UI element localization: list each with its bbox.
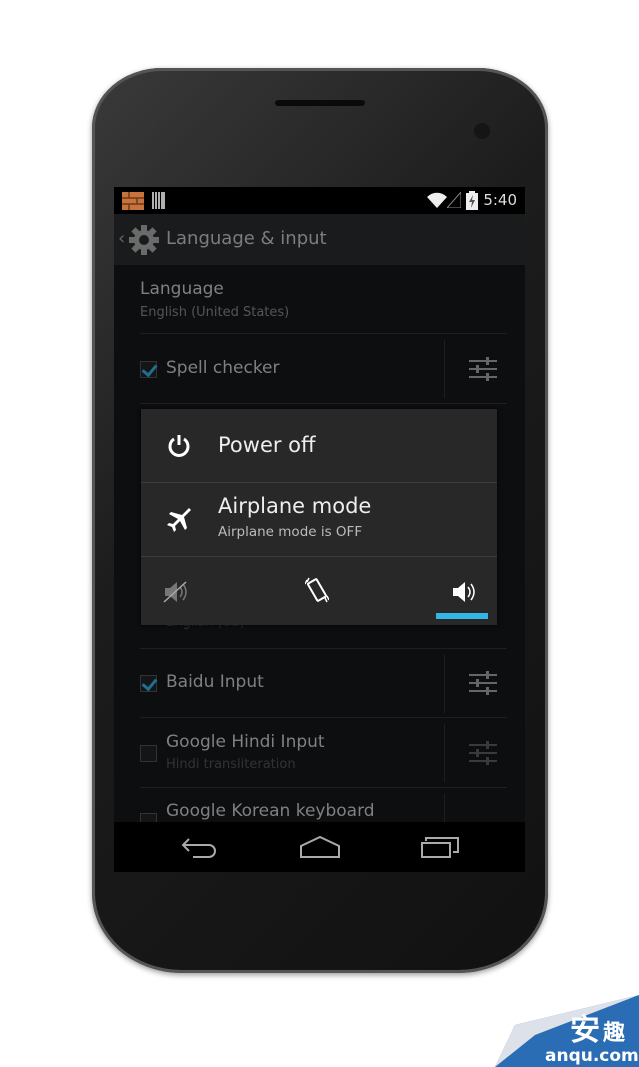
- airplane-mode-label: Airplane mode: [218, 494, 372, 518]
- item-title: Baidu Input: [166, 672, 264, 692]
- checkbox[interactable]: [140, 745, 157, 762]
- divider: [444, 340, 445, 398]
- blocks-notification-icon: [122, 192, 144, 210]
- page-title: Language & input: [166, 228, 327, 249]
- ringer-vibrate-button[interactable]: [259, 559, 379, 625]
- settings-sliders-icon[interactable]: [469, 741, 497, 765]
- list-item-spell-checker[interactable]: Spell checker: [140, 334, 507, 404]
- up-navigation[interactable]: ‹: [118, 222, 162, 258]
- checkbox[interactable]: [140, 675, 157, 692]
- svg-text:安: 安: [570, 1013, 600, 1048]
- item-title: Language: [140, 279, 224, 299]
- power-off-option[interactable]: Power off: [141, 409, 497, 483]
- navigation-bar: [114, 822, 525, 872]
- item-subtitle: Hindi transliteration: [166, 757, 296, 772]
- settings-sliders-icon[interactable]: [469, 357, 497, 381]
- back-button-icon[interactable]: [181, 836, 217, 858]
- silent-mode-icon: [163, 581, 187, 603]
- selected-mode-indicator: [436, 613, 488, 619]
- signal-icon: [447, 192, 461, 208]
- barcode-notification-icon: [152, 192, 165, 209]
- wifi-icon: [427, 192, 447, 208]
- action-bar: ‹ Language & input: [114, 214, 525, 265]
- item-title: Google Korean keyboard: [166, 801, 375, 821]
- vibrate-mode-icon: [305, 577, 329, 603]
- earpiece-speaker: [275, 100, 365, 106]
- ringer-sound-button[interactable]: [379, 559, 497, 625]
- airplane-mode-option[interactable]: Airplane mode Airplane mode is OFF: [141, 483, 497, 557]
- settings-gear-icon: [129, 225, 159, 255]
- airplane-mode-status: Airplane mode is OFF: [218, 524, 363, 540]
- power-options-dialog: Power off Airplane mode Airplane mode is…: [141, 409, 497, 625]
- ringer-silent-button[interactable]: [141, 559, 259, 625]
- checkbox[interactable]: [140, 361, 157, 378]
- divider: [444, 655, 445, 713]
- power-icon: [168, 435, 190, 457]
- list-item-google-hindi-input[interactable]: Google Hindi Input Hindi transliteration: [140, 718, 507, 788]
- sound-on-icon: [453, 582, 475, 602]
- item-title: Spell checker: [166, 358, 280, 378]
- power-off-label: Power off: [218, 433, 316, 457]
- recents-button-icon[interactable]: [421, 836, 459, 858]
- airplane-icon: [167, 508, 191, 532]
- back-caret-icon: ‹: [118, 228, 126, 249]
- settings-sliders-icon[interactable]: [469, 671, 497, 695]
- item-subtitle: English (United States): [140, 305, 290, 320]
- list-item-baidu-input[interactable]: Baidu Input: [140, 649, 507, 718]
- status-bar: 5:40: [114, 187, 525, 214]
- item-title: Google Hindi Input: [166, 732, 325, 752]
- home-button-icon[interactable]: [300, 836, 340, 858]
- list-item-language[interactable]: Language English (United States): [140, 265, 507, 334]
- anqu-watermark-logo: 安趣anqu.com: [495, 995, 639, 1067]
- svg-text:anqu.com: anqu.com: [545, 1046, 639, 1066]
- divider: [444, 724, 445, 782]
- clock: 5:40: [483, 191, 517, 209]
- svg-text:趣: 趣: [602, 1020, 625, 1046]
- front-camera: [474, 123, 490, 139]
- battery-charging-icon: [466, 191, 478, 210]
